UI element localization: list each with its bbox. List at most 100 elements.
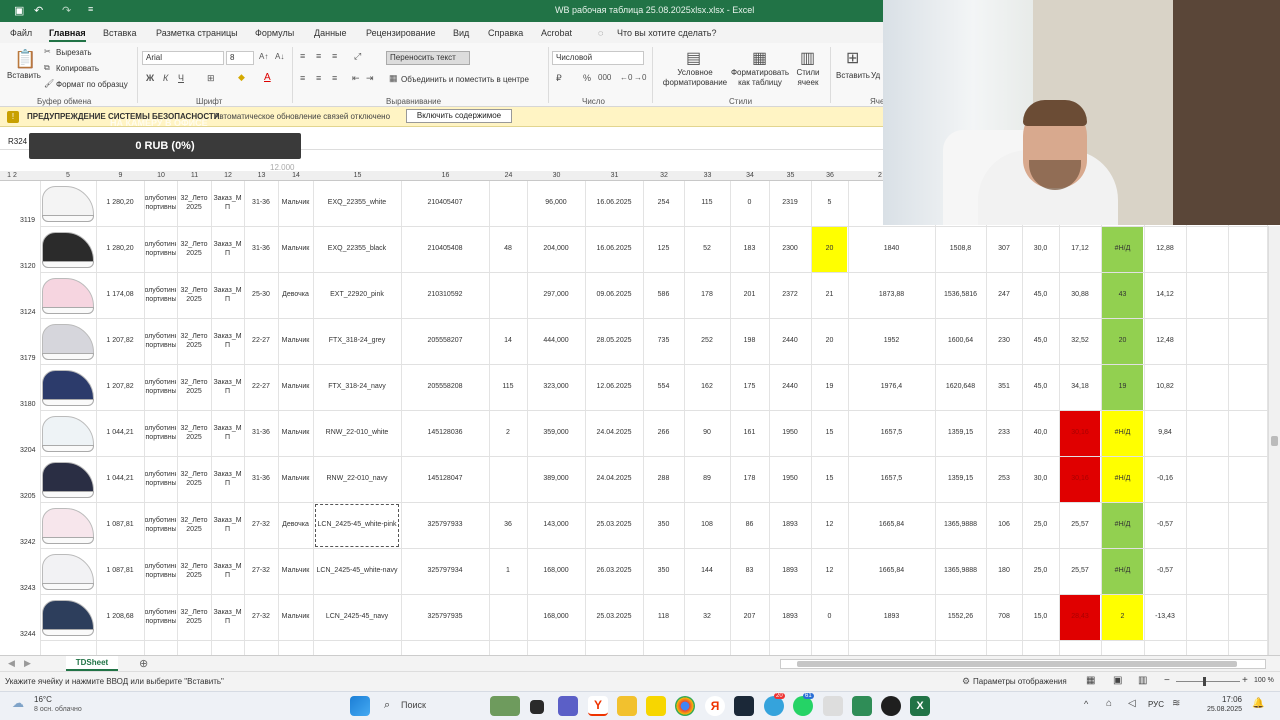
cell-c35[interactable]: 2300 — [770, 227, 810, 272]
cell-size[interactable]: 25-30 — [245, 273, 277, 318]
cell-cat[interactable]: Полуботинки Спортивные — [145, 273, 176, 318]
cell-r3[interactable]: 247 — [987, 273, 1021, 318]
column-header[interactable]: 5 — [40, 171, 96, 181]
cell-date[interactable]: 28.05.2025 — [586, 319, 642, 364]
cell-date[interactable]: 16.06.2025 — [586, 227, 642, 272]
cell-c34[interactable]: 207 — [731, 595, 768, 640]
cell-barcode[interactable]: 210405407 — [402, 181, 488, 226]
cell-season[interactable]: 32_Лето 2025 — [178, 273, 210, 318]
cell-c36[interactable]: 0 — [812, 595, 847, 640]
cell-article[interactable]: FTX_318-24_navy — [314, 365, 400, 410]
cell-c32[interactable]: 118 — [644, 595, 683, 640]
cell-c24[interactable] — [490, 595, 526, 640]
cell-c33[interactable]: 162 — [685, 365, 729, 410]
cell-r7[interactable]: 9,84 — [1145, 411, 1185, 456]
font-size-select[interactable]: 8 — [226, 51, 254, 65]
tab-insert[interactable]: Вставка — [103, 28, 136, 38]
zoom-in-icon[interactable]: + — [1242, 675, 1248, 686]
cell-c34[interactable]: 86 — [731, 503, 768, 548]
cell-r6[interactable]: #Н/Д — [1102, 411, 1143, 456]
cell-date[interactable]: 26.03.2025 — [586, 549, 642, 594]
clock-time[interactable]: 17:06 — [1202, 695, 1242, 704]
cell-c36[interactable]: 12 — [812, 503, 847, 548]
paste-icon[interactable]: 📋 — [14, 49, 36, 70]
cell-r7[interactable]: 12,48 — [1145, 319, 1185, 364]
cell-r7[interactable]: 10,82 — [1145, 365, 1185, 410]
task-view-icon[interactable] — [530, 700, 544, 714]
cell-price[interactable]: 1 280,20 — [97, 181, 143, 226]
cell-article[interactable]: EXT_22920_pink — [314, 273, 400, 318]
cell-c35[interactable]: 2319 — [770, 181, 810, 226]
cell-article[interactable]: LCN_2425-45_white-pink — [314, 503, 400, 548]
fill-color-icon[interactable]: ◆ — [238, 72, 245, 83]
teams-icon[interactable] — [558, 696, 578, 716]
cell-styles-button[interactable]: Стили ячеек — [792, 68, 824, 88]
cell-c35[interactable]: 2440 — [770, 319, 810, 364]
cut-button[interactable]: Вырезать — [56, 48, 92, 57]
cell-date[interactable]: 25.03.2025 — [586, 503, 642, 548]
cell-r6[interactable]: 19 — [1102, 365, 1143, 410]
cell-price[interactable]: 1 087,81 — [97, 549, 143, 594]
cell-order[interactable]: Заказ_М П — [212, 181, 243, 226]
delete-cells-button[interactable]: Уд — [871, 71, 880, 80]
product-image[interactable] — [42, 600, 94, 636]
cell-season[interactable]: 32_Лето 2025 — [178, 319, 210, 364]
increase-decimal-icon[interactable]: ←0 — [620, 73, 632, 82]
cell-r4[interactable]: 45,0 — [1023, 273, 1058, 318]
weather-desc[interactable]: 8 осн. облачно — [34, 706, 82, 713]
cell-c34[interactable]: 178 — [731, 457, 768, 502]
column-header[interactable]: 30 — [528, 171, 585, 181]
normal-view-icon[interactable]: ▦ — [1086, 675, 1095, 686]
thousands-icon[interactable]: 000 — [598, 73, 611, 82]
borders-icon[interactable]: ⊞ — [207, 73, 215, 84]
cell-r3[interactable]: 106 — [987, 503, 1021, 548]
row-header[interactable]: 3180 — [20, 401, 36, 408]
cell-r1[interactable]: 1657,5 — [849, 411, 934, 456]
cell-r6[interactable]: 20 — [1102, 319, 1143, 364]
cell-barcode[interactable]: 210310592 — [402, 273, 488, 318]
cell-r6[interactable]: 43 — [1102, 273, 1143, 318]
cell-c30[interactable]: 444,000 — [528, 319, 584, 364]
cell-gender[interactable]: Мальчик — [279, 319, 312, 364]
cell-c35[interactable]: 2440 — [770, 365, 810, 410]
cell-price[interactable]: 1 044,21 — [97, 411, 143, 456]
cell-c24[interactable]: 48 — [490, 227, 526, 272]
cell-size[interactable]: 31-36 — [245, 227, 277, 272]
cell-c33[interactable]: 89 — [685, 457, 729, 502]
cell-price[interactable]: 1 280,20 — [97, 227, 143, 272]
cell-r1[interactable]: 1893 — [849, 595, 934, 640]
tab-file[interactable]: Файл — [10, 28, 32, 38]
row-header[interactable]: 3204 — [20, 447, 36, 454]
cell-order[interactable]: Заказ_М П — [212, 273, 243, 318]
cell-c32[interactable]: 586 — [644, 273, 683, 318]
cell-r6[interactable]: #Н/Д — [1102, 549, 1143, 594]
cell-c36[interactable]: 20 — [812, 227, 847, 272]
excel-taskbar-icon[interactable]: X — [910, 696, 930, 716]
cell-r5[interactable]: 32,52 — [1060, 319, 1100, 364]
cell-order[interactable]: Заказ_М П — [212, 457, 243, 502]
cell-date[interactable]: 09.06.2025 — [586, 273, 642, 318]
cell-r4[interactable]: 15,0 — [1023, 595, 1058, 640]
cell-size[interactable]: 31-36 — [245, 457, 277, 502]
column-header[interactable]: 12 — [212, 171, 244, 181]
cell-c24[interactable] — [490, 457, 526, 502]
cell-c35[interactable]: 1893 — [770, 549, 810, 594]
cell-barcode[interactable]: 205558207 — [402, 319, 488, 364]
tell-me-search[interactable]: Что вы хотите сделать? — [617, 28, 717, 38]
cell-cat[interactable]: Полуботинки Спортивные — [145, 549, 176, 594]
cell-price[interactable]: 1 208,68 — [97, 595, 143, 640]
cell-r6[interactable]: #Н/Д — [1102, 227, 1143, 272]
tab-acrobat[interactable]: Acrobat — [541, 28, 572, 38]
cell-price[interactable]: 1 174,08 — [97, 273, 143, 318]
cell-r1[interactable]: 1665,84 — [849, 503, 934, 548]
cell-c32[interactable]: 554 — [644, 365, 683, 410]
align-top-icon[interactable]: ≡ — [300, 51, 305, 61]
cell-r4[interactable]: 30,0 — [1023, 457, 1058, 502]
cell-r1[interactable]: 1840 — [849, 227, 934, 272]
cell-r1[interactable]: 1976,4 — [849, 365, 934, 410]
cell-r5[interactable]: 25,57 — [1060, 503, 1100, 548]
name-box[interactable]: R324 — [8, 137, 27, 146]
cell-c33[interactable]: 115 — [685, 181, 729, 226]
cell-c30[interactable]: 323,000 — [528, 365, 584, 410]
cell-c34[interactable]: 161 — [731, 411, 768, 456]
